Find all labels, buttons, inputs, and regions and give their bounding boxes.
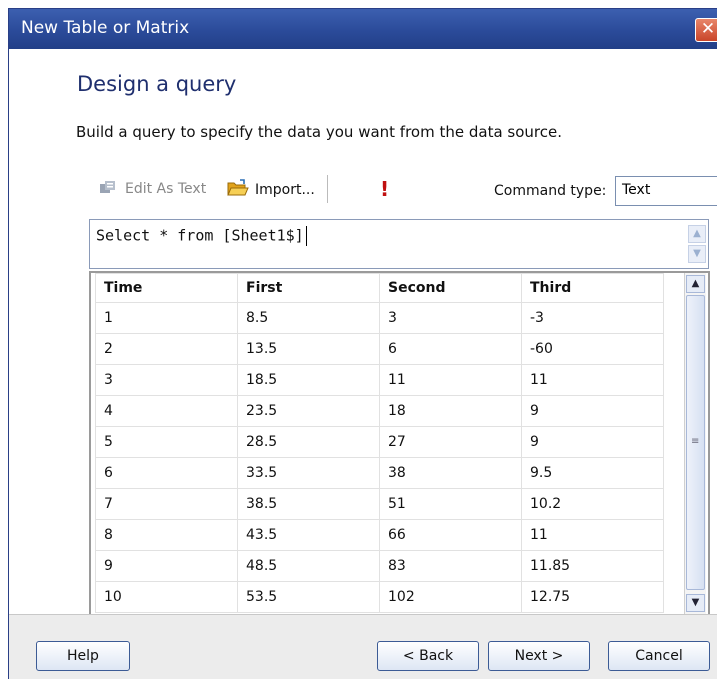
title-bar: New Table or Matrix ✕: [9, 9, 717, 49]
results-grid: Time First Second Third 1 8.5 3 -3 2 13.5 6 -60…: [89, 271, 710, 616]
dialog-footer: Help < Back Next > Cancel: [9, 614, 717, 679]
table-cell[interactable]: 6: [95, 457, 238, 489]
table-row: 7 38.5 51 10.2: [95, 488, 664, 520]
table-row: 4 23.5 18 9: [95, 395, 664, 427]
run-query-icon[interactable]: !: [380, 177, 389, 201]
table-cell[interactable]: 38: [379, 457, 522, 489]
query-text-area[interactable]: Select * from [Sheet1$] ▲ ▼: [89, 219, 709, 269]
table-cell[interactable]: 53.5: [237, 581, 380, 613]
table-cell[interactable]: 83: [379, 550, 522, 582]
query-scroll-down-icon[interactable]: ▼: [688, 245, 706, 263]
table-cell[interactable]: 6: [379, 333, 522, 365]
table-cell[interactable]: -60: [521, 333, 664, 365]
table-cell[interactable]: 2: [95, 333, 238, 365]
edit-as-text-icon: [99, 179, 119, 199]
table-cell[interactable]: 3: [95, 364, 238, 396]
scroll-grip-icon: ≡: [691, 436, 700, 447]
column-header-first[interactable]: First: [237, 273, 380, 303]
table-cell[interactable]: 23.5: [237, 395, 380, 427]
table-cell[interactable]: 7: [95, 488, 238, 520]
page-title: Design a query: [77, 72, 237, 96]
table-cell[interactable]: 9: [521, 426, 664, 458]
table-row: 8 43.5 66 11: [95, 519, 664, 551]
help-button[interactable]: Help: [36, 641, 130, 671]
dialog-window: New Table or Matrix ✕ Design a query Bui…: [8, 8, 717, 679]
window-title: New Table or Matrix: [21, 18, 190, 38]
table-cell[interactable]: 10.2: [521, 488, 664, 520]
table-cell[interactable]: 102: [379, 581, 522, 613]
text-caret: [305, 226, 307, 246]
table-cell[interactable]: 4: [95, 395, 238, 427]
table-cell[interactable]: 43.5: [237, 519, 380, 551]
table-row: 6 33.5 38 9.5: [95, 457, 664, 489]
table-row: 5 28.5 27 9: [95, 426, 664, 458]
table-cell[interactable]: 48.5: [237, 550, 380, 582]
toolbar-separator: [327, 175, 328, 203]
import-button[interactable]: Import...: [227, 179, 315, 201]
cancel-button[interactable]: Cancel: [608, 641, 710, 671]
table-row: 10 53.5 102 12.75: [95, 581, 664, 613]
edit-as-text-label: Edit As Text: [125, 181, 207, 197]
table-cell[interactable]: 66: [379, 519, 522, 551]
column-header-time[interactable]: Time: [95, 273, 238, 303]
next-button[interactable]: Next >: [488, 641, 590, 671]
query-scroll-up-icon[interactable]: ▲: [688, 225, 706, 243]
column-header-third[interactable]: Third: [521, 273, 664, 303]
close-icon: ✕: [700, 19, 716, 39]
table-cell[interactable]: 33.5: [237, 457, 380, 489]
table-cell[interactable]: 8.5: [237, 302, 380, 334]
import-label: Import...: [255, 182, 315, 198]
table-row: 3 18.5 11 11: [95, 364, 664, 396]
table-cell[interactable]: 28.5: [237, 426, 380, 458]
command-type-select[interactable]: Text: [615, 176, 717, 206]
scroll-down-icon[interactable]: ▼: [686, 594, 705, 612]
header-row: Time First Second Third: [95, 273, 664, 303]
query-text: Select * from [Sheet1$]: [96, 226, 307, 246]
close-button[interactable]: ✕: [695, 18, 717, 42]
query-string: Select * from [Sheet1$]: [96, 226, 304, 245]
table-cell[interactable]: 5: [95, 426, 238, 458]
page-subtitle: Build a query to specify the data you wa…: [76, 123, 562, 141]
back-button[interactable]: < Back: [377, 641, 479, 671]
table-cell[interactable]: 9: [521, 395, 664, 427]
table-cell[interactable]: 18.5: [237, 364, 380, 396]
table-cell[interactable]: 11: [521, 364, 664, 396]
table-cell[interactable]: 13.5: [237, 333, 380, 365]
table-cell[interactable]: -3: [521, 302, 664, 334]
folder-open-icon: [227, 179, 249, 201]
edit-as-text-button[interactable]: Edit As Text: [99, 179, 206, 199]
table-cell[interactable]: 8: [95, 519, 238, 551]
table-cell[interactable]: 10: [95, 581, 238, 613]
table-cell[interactable]: 11: [379, 364, 522, 396]
table-cell[interactable]: 11: [521, 519, 664, 551]
scroll-up-icon[interactable]: ▲: [686, 275, 705, 293]
table-cell[interactable]: 18: [379, 395, 522, 427]
column-header-second[interactable]: Second: [379, 273, 522, 303]
table-cell[interactable]: 51: [379, 488, 522, 520]
table-cell[interactable]: 11.85: [521, 550, 664, 582]
table-cell[interactable]: 27: [379, 426, 522, 458]
scroll-thumb[interactable]: ≡: [686, 295, 705, 590]
results-scrollbar[interactable]: ▲ ≡ ▼: [684, 273, 706, 616]
results-table: Time First Second Third 1 8.5 3 -3 2 13.5 6 -60…: [95, 273, 664, 613]
table-row: 9 48.5 83 11.85: [95, 550, 664, 582]
table-cell[interactable]: 1: [95, 302, 238, 334]
table-cell[interactable]: 12.75: [521, 581, 664, 613]
table-cell[interactable]: 38.5: [237, 488, 380, 520]
table-cell[interactable]: 3: [379, 302, 522, 334]
table-cell[interactable]: 9: [95, 550, 238, 582]
table-row: 1 8.5 3 -3: [95, 302, 664, 334]
command-type-label: Command type:: [494, 183, 607, 199]
table-row: 2 13.5 6 -60: [95, 333, 664, 365]
table-cell[interactable]: 9.5: [521, 457, 664, 489]
